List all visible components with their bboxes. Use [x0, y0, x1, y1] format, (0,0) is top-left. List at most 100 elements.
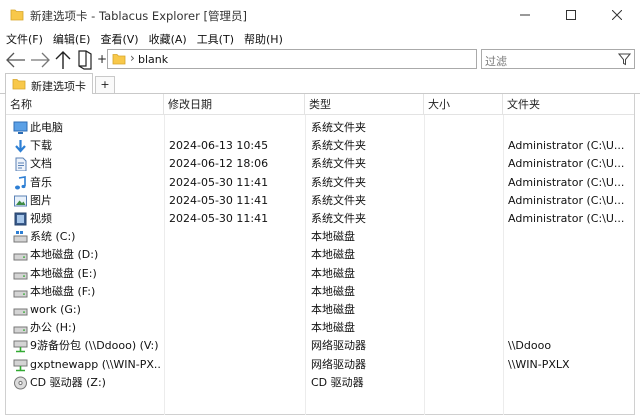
table-row[interactable]: 本地磁盘 (E:) 本地磁盘 [6, 265, 634, 283]
menu-help[interactable]: 帮助(H) [238, 31, 287, 47]
cell-folder [508, 319, 632, 337]
cell-size [429, 356, 503, 374]
back-button[interactable] [5, 50, 27, 70]
maximize-button[interactable] [548, 0, 594, 30]
cell-type: 系统文件夹 [311, 121, 366, 134]
cell-name: CD 驱动器 (Z:) [30, 375, 106, 389]
cell-folder [508, 246, 632, 264]
drive-icon [13, 253, 28, 261]
cell-date [169, 265, 305, 283]
add-favorite-icon[interactable]: + [97, 52, 107, 66]
table-row[interactable]: 此电脑 系统文件夹 [6, 119, 634, 137]
arrow-right-icon [31, 52, 50, 68]
menu-tools[interactable]: 工具(T) [191, 31, 238, 47]
cell-folder [508, 228, 632, 246]
cell-type: CD 驱动器 [311, 375, 364, 389]
tab-new[interactable]: 新建选项卡 [5, 73, 93, 95]
cell-size [429, 337, 503, 355]
network-drive-icon [13, 340, 28, 353]
cell-type: 本地磁盘 [311, 284, 355, 298]
filter-input[interactable]: 过滤 [481, 49, 635, 69]
cell-size [429, 246, 503, 264]
new-tab-button[interactable]: + [95, 76, 115, 94]
cell-type: 本地磁盘 [311, 230, 355, 244]
cell-name: 音乐 [30, 175, 52, 189]
list-header: 名称 修改日期 类型 大小 文件夹 [6, 94, 634, 115]
cell-type: 本地磁盘 [311, 303, 355, 316]
column-header-name[interactable]: 名称 [6, 94, 164, 115]
filter-placeholder: 过滤 [485, 55, 507, 68]
column-header-size[interactable]: 大小 [424, 94, 503, 115]
cell-name: 本地磁盘 (D:) [30, 248, 99, 262]
close-button[interactable] [594, 0, 640, 30]
table-row[interactable]: 本地磁盘 (D:) 本地磁盘 [6, 246, 634, 264]
breadcrumb-separator[interactable]: › [130, 51, 135, 65]
cell-folder [508, 301, 632, 319]
cell-date: 2024-06-12 18:06 [169, 157, 269, 171]
cell-date: 2024-05-30 11:41 [169, 212, 269, 225]
minimize-button[interactable] [502, 0, 548, 30]
table-row[interactable]: 本地磁盘 (F:) 本地磁盘 [6, 283, 634, 301]
menu-file[interactable]: 文件(F) [0, 31, 47, 47]
up-button[interactable] [53, 50, 73, 70]
folder-icon [112, 54, 126, 65]
menu-view[interactable]: 查看(V) [94, 31, 142, 47]
cell-name: 办公 (H:) [30, 321, 77, 335]
cell-date [169, 283, 305, 301]
cell-date [169, 246, 305, 264]
table-row[interactable]: 文档 2024-06-12 18:06 系统文件夹 Administrator (C:… [6, 155, 634, 173]
menu-favorites[interactable]: 收藏(A) [143, 31, 191, 47]
computer-icon [13, 121, 28, 134]
cd-drive-icon [14, 376, 27, 390]
table-row[interactable]: 下载 2024-06-13 10:45 系统文件夹 Administrator (C:… [6, 137, 634, 155]
table-row[interactable]: CD 驱动器 (Z:) CD 驱动器 [6, 374, 634, 392]
table-row[interactable]: 音乐 2024-05-30 11:41 系统文件夹 Administrator (C:… [6, 174, 634, 192]
table-row[interactable]: 办公 (H:) 本地磁盘 [6, 319, 634, 337]
sidebar-toggle-button[interactable] [76, 50, 94, 70]
cell-size [429, 374, 503, 392]
file-list[interactable]: 名称 修改日期 类型 大小 文件夹 此电脑 系统文件夹 下载 2024-06-13 1… [5, 94, 635, 415]
network-drive-icon [13, 359, 28, 371]
column-header-folder[interactable]: 文件夹 [503, 94, 634, 115]
cell-type: 本地磁盘 [311, 248, 355, 262]
folder-icon [10, 9, 24, 21]
cell-name: 此电脑 [30, 121, 63, 134]
filter-icon[interactable] [618, 53, 631, 66]
forward-button[interactable] [29, 50, 51, 70]
cell-folder: Administrator (C:\U... [508, 157, 625, 171]
table-row[interactable]: 图片 2024-05-30 11:41 系统文件夹 Administrator (C:… [6, 192, 634, 210]
column-header-date[interactable]: 修改日期 [164, 94, 305, 115]
drive-icon [13, 308, 28, 316]
table-row[interactable]: 视频 2024-05-30 11:41 系统文件夹 Administrator (C:… [6, 210, 634, 228]
drive-icon [13, 272, 28, 280]
table-row[interactable]: 9游备份包 (\\Ddooo) (V:) 网络驱动器 \\Ddooo [6, 337, 634, 355]
cell-name: 9游备份包 (\\Ddooo) (V:) [30, 339, 159, 353]
cell-folder [508, 265, 632, 283]
table-row[interactable]: gxptnewapp (\\WIN-PX... 网络驱动器 \\WIN-PXLX [6, 356, 634, 374]
address-path[interactable]: blank [138, 53, 168, 66]
cell-type: 网络驱动器 [311, 339, 366, 353]
cell-date [169, 301, 305, 319]
drive-icon [13, 326, 28, 334]
window-title: 新建选项卡 - Tablacus Explorer [管理员] [30, 9, 247, 23]
cell-size [429, 265, 503, 283]
cell-folder: \\Ddooo [508, 339, 552, 353]
cell-folder: Administrator (C:\U... [508, 212, 625, 225]
cell-type: 网络驱动器 [311, 357, 366, 371]
menu-edit[interactable]: 编辑(E) [47, 31, 95, 47]
cell-folder [508, 119, 632, 137]
column-header-type[interactable]: 类型 [305, 94, 424, 115]
cell-size [429, 192, 503, 210]
cell-size [429, 301, 503, 319]
cell-name: 本地磁盘 (F:) [30, 284, 96, 298]
cell-size [429, 319, 503, 337]
video-icon [14, 212, 27, 226]
tab-strip: 新建选项卡 + [0, 72, 640, 95]
cell-name: 视频 [30, 212, 52, 225]
address-bar[interactable]: › blank [107, 49, 477, 69]
cell-type: 系统文件夹 [311, 212, 366, 225]
cell-folder [508, 283, 632, 301]
table-row[interactable]: work (G:) 本地磁盘 [6, 301, 634, 319]
cell-date [169, 356, 305, 374]
table-row[interactable]: 系统 (C:) 本地磁盘 [6, 228, 634, 246]
